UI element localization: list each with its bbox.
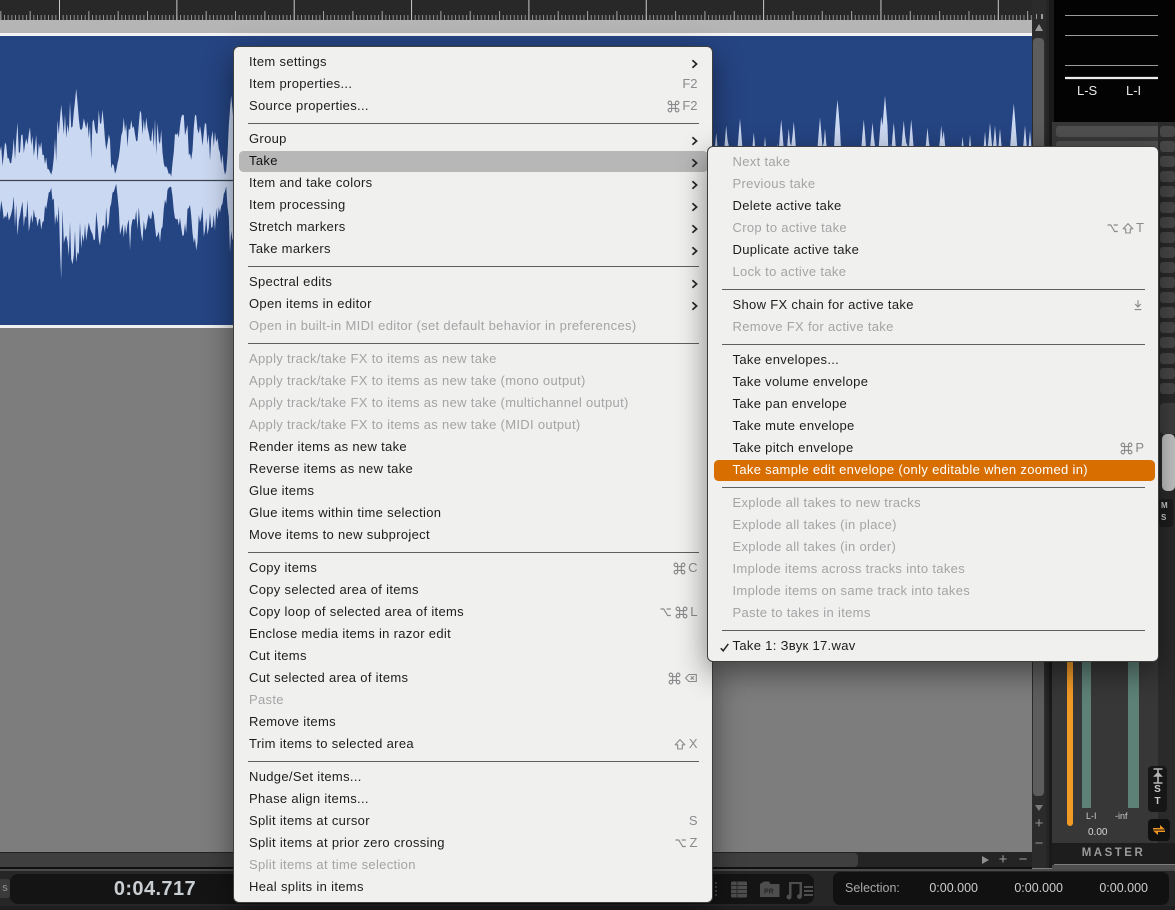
svg-text:L-I: L-I xyxy=(1126,83,1141,98)
svg-text:L-S: L-S xyxy=(1077,83,1098,98)
svg-text:PR: PR xyxy=(764,889,774,896)
